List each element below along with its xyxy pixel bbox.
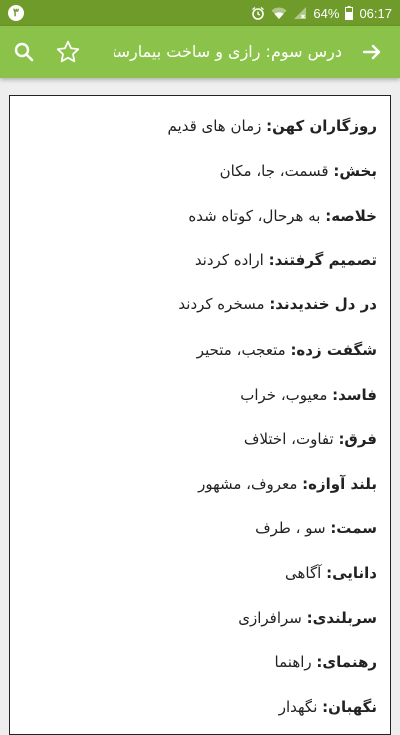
glossary-definition: معروف، مشهور: [198, 475, 303, 493]
glossary-term: بلند آوازه:: [302, 475, 377, 493]
star-outline-icon: [56, 40, 80, 63]
glossary-card: روزگاران کهن: زمان های قدیم بخش: قسمت، ج…: [9, 95, 391, 735]
arrow-right-icon: [362, 44, 381, 60]
glossary-entry: دانایی: آگاهی: [20, 563, 377, 583]
glossary-definition: سرافرازی: [238, 609, 307, 627]
status-time: 06:17: [359, 5, 392, 21]
glossary-entry: سربلندی: سرافرازی: [20, 608, 377, 628]
glossary-term: رهنمای:: [316, 653, 377, 671]
glossary-definition: مسخره کردند: [178, 295, 270, 313]
glossary-definition: آگاهی: [285, 564, 327, 582]
glossary-entry: فرق: تفاوت، اختلاف: [20, 429, 377, 449]
glossary-term: دانایی:: [326, 564, 377, 582]
back-button[interactable]: [348, 26, 396, 78]
glossary-definition: اراده کردند: [194, 251, 269, 269]
glossary-term: بخش:: [333, 162, 377, 180]
glossary-entry: شگفت زده: متعجب، متحیر: [20, 340, 377, 360]
glossary-entry: تصمیم گرفتند: اراده کردند: [20, 250, 377, 270]
glossary-term: فاسد:: [332, 386, 377, 404]
glossary-term: تصمیم گرفتند:: [268, 251, 377, 269]
glossary-definition: سو ، طرف: [255, 519, 331, 537]
glossary-definition: به هرحال، کوتاه شده: [188, 207, 326, 225]
wifi-icon: [271, 7, 287, 19]
glossary-entry: بلند آوازه: معروف، مشهور: [20, 474, 377, 494]
glossary-entry: خلاصه: به هرحال، کوتاه شده: [20, 206, 377, 226]
glossary-term: سربلندی:: [306, 609, 377, 627]
glossary-definition: زمان های قدیم: [167, 117, 267, 135]
glossary-entry: رهنمای: راهنما: [20, 652, 377, 672]
glossary-definition: راهنما: [274, 653, 317, 671]
status-bar: ۳ 64% 06:17: [0, 0, 400, 26]
status-icons: 64% 06:17: [251, 0, 392, 26]
glossary-term: خلاصه:: [325, 207, 377, 225]
glossary-definition: قسمت، جا، مکان: [219, 162, 334, 180]
glossary-term: نگهبان:: [322, 698, 377, 716]
glossary-definition: معیوب، خراب: [240, 386, 333, 404]
search-button[interactable]: [0, 26, 48, 78]
page-title: درس سوم: رازی و ساخت بیمارستان: [114, 42, 342, 61]
glossary-term: روزگاران کهن:: [266, 117, 377, 135]
glossary-definition: نگهدار: [278, 698, 323, 716]
glossary-entry: روزگاران کهن: زمان های قدیم: [20, 116, 377, 136]
glossary-term: سمت:: [330, 519, 377, 537]
glossary-term: شگفت زده:: [290, 341, 377, 359]
alarm-icon: [252, 6, 265, 20]
glossary-term: در دل خندیدند:: [269, 295, 377, 313]
glossary-entry: سمت: سو ، طرف: [20, 518, 377, 538]
glossary-entry: نگهبان: نگهدار: [20, 697, 377, 717]
glossary-entry: بخش: قسمت، جا، مکان: [20, 161, 377, 181]
glossary-definition: تفاوت، اختلاف: [243, 430, 339, 448]
battery-percent: 64%: [313, 5, 340, 21]
battery-icon: [345, 6, 354, 20]
signal-x-icon: [294, 7, 307, 19]
glossary-definition: متعجب، متحیر: [196, 341, 291, 359]
glossary-entry: در دل خندیدند: مسخره کردند: [20, 294, 377, 314]
favorite-button[interactable]: [44, 26, 92, 78]
glossary-term: فرق:: [338, 430, 377, 448]
search-icon: [14, 42, 34, 62]
notification-badge: ۳: [8, 5, 24, 21]
glossary-entry: فاسد: معیوب، خراب: [20, 385, 377, 405]
app-bar: درس سوم: رازی و ساخت بیمارستان: [0, 26, 400, 78]
